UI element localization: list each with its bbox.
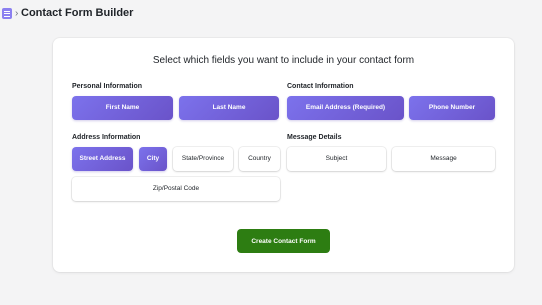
field-toggle-last-name[interactable]: Last Name [179, 96, 279, 120]
field-toggle-first-name[interactable]: First Name [72, 96, 173, 120]
page-title: Contact Form Builder [21, 7, 134, 19]
field-toggle-country[interactable]: Country [239, 147, 280, 171]
top-bar: › Contact Form Builder [0, 0, 542, 28]
field-toggle-zip-postal-code[interactable]: Zip/Postal Code [72, 177, 280, 201]
section-title-message: Message Details [287, 134, 342, 141]
chevron-right-icon: › [15, 8, 19, 19]
form-builder-card: Select which fields you want to include … [53, 38, 514, 272]
instruction-text: Select which fields you want to include … [152, 55, 415, 66]
field-toggle-phone[interactable]: Phone Number [409, 96, 495, 120]
field-toggle-street-address[interactable]: Street Address [72, 147, 133, 171]
section-title-personal: Personal Information [72, 83, 143, 90]
section-title-address: Address Information [72, 134, 141, 141]
field-toggle-city[interactable]: City [139, 147, 167, 171]
section-title-contact: Contact Information [287, 83, 354, 90]
field-toggle-email[interactable]: Email Address (Required) [287, 96, 404, 120]
field-toggle-message[interactable]: Message [392, 147, 495, 171]
field-toggle-subject[interactable]: Subject [287, 147, 386, 171]
list-icon[interactable] [2, 8, 12, 19]
field-toggle-state-province[interactable]: State/Province [173, 147, 233, 171]
create-contact-form-button[interactable]: Create Contact Form [237, 229, 330, 253]
